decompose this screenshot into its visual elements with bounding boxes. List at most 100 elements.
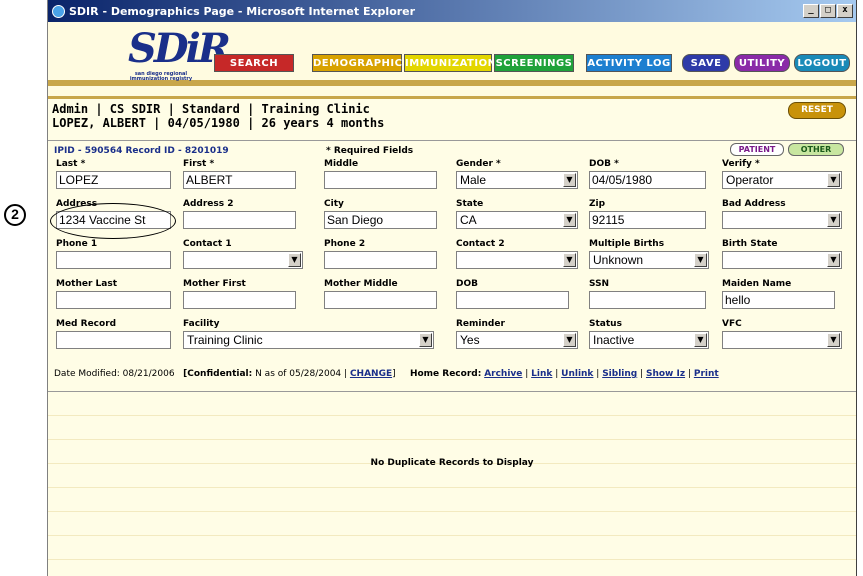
phone1-input[interactable] (56, 251, 171, 269)
med-record-input[interactable] (56, 331, 171, 349)
vfc-select[interactable]: ▼ (722, 331, 842, 349)
med-record-label: Med Record (56, 319, 117, 329)
record-ids: IPID - 590564 Record ID - 8201019 (54, 146, 229, 156)
record-footer: Date Modified: 08/21/2006 [Confidential:… (54, 369, 719, 379)
chevron-down-icon[interactable]: ▼ (827, 253, 840, 267)
contact2-label: Contact 2 (456, 239, 505, 249)
internet-explorer-icon (52, 4, 65, 18)
utility-button[interactable]: UTILITY (734, 54, 790, 72)
logo-text: SDiR (128, 25, 231, 72)
verify-label: Verify * (722, 159, 760, 169)
tab-other[interactable]: OTHER (788, 143, 844, 156)
address-input[interactable]: 1234 Vaccine St (56, 211, 171, 229)
bad-address-label: Bad Address (722, 199, 786, 209)
status-select[interactable]: Inactive ▼ (589, 331, 709, 349)
contact1-label: Contact 1 (183, 239, 232, 249)
birth-state-label: Birth State (722, 239, 778, 249)
city-label: City (324, 199, 344, 209)
verify-value: Operator (726, 173, 774, 187)
chevron-down-icon[interactable]: ▼ (563, 213, 576, 227)
city-input[interactable]: San Diego (324, 211, 437, 229)
middle-name-label: Middle (324, 159, 359, 169)
nav-screenings[interactable]: SCREENINGS (494, 54, 574, 72)
mother-dob-input[interactable] (456, 291, 569, 309)
chevron-down-icon[interactable]: ▼ (694, 333, 707, 347)
duplicate-records-panel: No Duplicate Records to Display (48, 391, 856, 576)
maiden-name-input[interactable]: hello (722, 291, 835, 309)
birth-state-select[interactable]: ▼ (722, 251, 842, 269)
bad-address-select[interactable]: ▼ (722, 211, 842, 229)
logo-subtext: san diego regional immunization registry (129, 71, 193, 82)
maximize-button[interactable]: □ (820, 4, 836, 18)
chevron-down-icon[interactable]: ▼ (563, 173, 576, 187)
gender-value: Male (460, 173, 487, 187)
date-modified: Date Modified: 08/21/2006 (54, 369, 175, 379)
reset-button[interactable]: RESET (788, 102, 846, 119)
state-value: CA (460, 213, 477, 227)
browser-window: SDIR - Demographics Page - Microsoft Int… (47, 0, 857, 576)
nav-demographics[interactable]: DEMOGRAPHICS (312, 54, 410, 72)
mother-first-label: Mother First (183, 279, 246, 289)
gender-label: Gender * (456, 159, 501, 169)
status-label: Status (589, 319, 622, 329)
save-button[interactable]: SAVE (682, 54, 730, 72)
ssn-input[interactable] (589, 291, 706, 309)
session-line-1: Admin | CS SDIR | Standard | Training Cl… (52, 102, 370, 116)
chevron-down-icon[interactable]: ▼ (827, 333, 840, 347)
multiple-births-select[interactable]: Unknown ▼ (589, 251, 709, 269)
chevron-down-icon[interactable]: ▼ (694, 253, 707, 267)
phone2-input[interactable] (324, 251, 437, 269)
nav-activity-log[interactable]: ACTIVITY LOG (586, 54, 672, 72)
nav-immunization[interactable]: IMMUNIZATION (404, 54, 496, 72)
contact1-select[interactable]: ▼ (183, 251, 303, 269)
gender-select[interactable]: Male ▼ (456, 171, 578, 189)
chevron-down-icon[interactable]: ▼ (288, 253, 301, 267)
mother-middle-input[interactable] (324, 291, 437, 309)
multiple-births-value: Unknown (593, 253, 644, 267)
verify-select[interactable]: Operator ▼ (722, 171, 842, 189)
confidential-label: [Confidential: (183, 369, 253, 379)
patient-summary: LOPEZ, ALBERT | 04/05/1980 | 26 years 4 … (52, 116, 385, 130)
nav-search[interactable]: SEARCH (214, 54, 294, 72)
middle-name-input[interactable] (324, 171, 437, 189)
archive-link[interactable]: Archive (484, 369, 522, 379)
mother-dob-label: DOB (456, 279, 478, 289)
state-select[interactable]: CA ▼ (456, 211, 578, 229)
link-link[interactable]: Link (531, 369, 552, 379)
confidential-close: ] (392, 369, 396, 379)
chevron-down-icon[interactable]: ▼ (419, 333, 432, 347)
tab-patient[interactable]: PATIENT (730, 143, 784, 156)
logout-button[interactable]: LOGOUT (794, 54, 850, 72)
show-iz-link[interactable]: Show Iz (646, 369, 685, 379)
contact2-select[interactable]: ▼ (456, 251, 578, 269)
sibling-link[interactable]: Sibling (602, 369, 637, 379)
zip-input[interactable]: 92115 (589, 211, 706, 229)
confidential-value: N as of 05/28/2004 | (255, 369, 348, 379)
reminder-select[interactable]: Yes ▼ (456, 331, 578, 349)
vfc-label: VFC (722, 319, 742, 329)
last-name-input[interactable]: LOPEZ (56, 171, 171, 189)
first-name-input[interactable]: ALBERT (183, 171, 296, 189)
required-fields-note: * Required Fields (326, 146, 414, 156)
minimize-button[interactable]: _ (803, 4, 819, 18)
mother-first-input[interactable] (183, 291, 296, 309)
step-number-callout: 2 (4, 204, 26, 226)
print-link[interactable]: Print (694, 369, 719, 379)
chevron-down-icon[interactable]: ▼ (563, 253, 576, 267)
no-duplicates-message: No Duplicate Records to Display (370, 458, 534, 468)
dob-input[interactable]: 04/05/1980 (589, 171, 706, 189)
last-name-label: Last * (56, 159, 86, 169)
chevron-down-icon[interactable]: ▼ (827, 173, 840, 187)
phone1-label: Phone 1 (56, 239, 98, 249)
mother-middle-label: Mother Middle (324, 279, 398, 289)
chevron-down-icon[interactable]: ▼ (563, 333, 576, 347)
mother-last-input[interactable] (56, 291, 171, 309)
address2-input[interactable] (183, 211, 296, 229)
facility-select[interactable]: Training Clinic ▼ (183, 331, 434, 349)
change-link[interactable]: CHANGE (350, 369, 392, 379)
chevron-down-icon[interactable]: ▼ (827, 213, 840, 227)
state-label: State (456, 199, 484, 209)
unlink-link[interactable]: Unlink (561, 369, 593, 379)
app-header: SDiR san diego regional immunization reg… (48, 22, 856, 99)
close-button[interactable]: x (837, 4, 853, 18)
